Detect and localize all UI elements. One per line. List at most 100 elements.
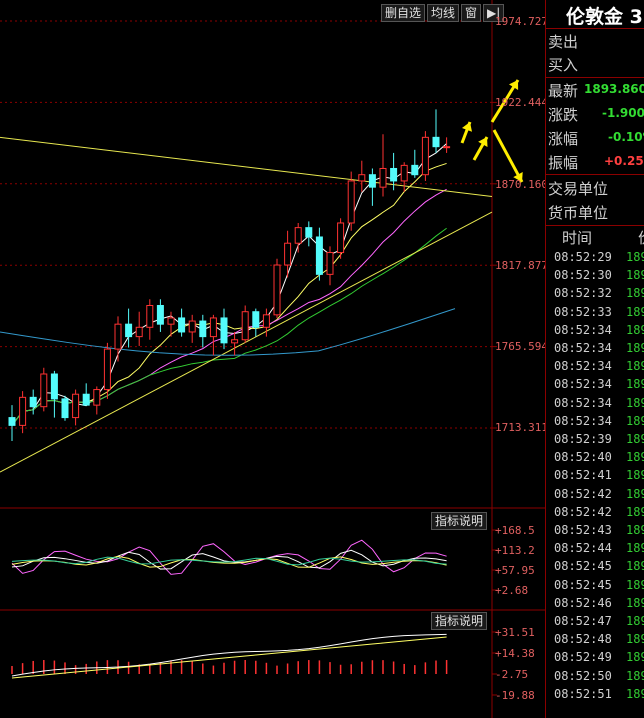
tick-time: 08:52:42 (554, 504, 612, 519)
tick-row: 08:52:34 1893 (546, 377, 644, 395)
tick-row: 08:52:40 1893 (546, 450, 644, 468)
tick-time: 08:52:51 (554, 686, 612, 701)
tick-row: 08:52:34 1893 (546, 396, 644, 414)
indicator-2-help-button[interactable]: 指标说明 (431, 612, 488, 630)
moving-average-button[interactable]: 均线 (427, 4, 460, 22)
delete-watch-button[interactable]: 删自选 (381, 4, 426, 22)
price-tick-label: 1765.594 (495, 340, 548, 353)
tick-time: 08:52:45 (554, 559, 612, 574)
candle-body-up (421, 136, 429, 176)
currency-unit-row: 货币单位 (548, 202, 608, 223)
indicator-1-help-button[interactable]: 指标说明 (431, 512, 488, 530)
divider (546, 77, 644, 78)
candle-body-up (209, 317, 217, 338)
tick-row: 08:52:32 1893 (546, 286, 644, 304)
tick-price: 1893 (626, 559, 644, 574)
ind2-line-yellow (11, 636, 447, 679)
divider (546, 174, 644, 175)
tick-time: 08:52:39 (554, 432, 612, 446)
tick-time: 08:52:41 (554, 468, 612, 483)
candle-body-down (252, 311, 260, 328)
tick-price: 1893 (626, 304, 644, 319)
change-label: 涨跌 (548, 106, 579, 124)
tick-time: 08:52:34 (554, 413, 612, 428)
window-button[interactable]: 窗 (461, 4, 482, 22)
ma-line-yellow (11, 162, 447, 426)
tick-time: 08:52:49 (554, 650, 612, 665)
candle-body-up (379, 167, 387, 188)
change-value: -1.9000 (602, 106, 644, 120)
tick-price: 1893 (626, 668, 644, 683)
chart-area (0, 0, 545, 718)
tick-price: 1893 (626, 450, 644, 465)
tick-row: 08:52:45 1893 (546, 559, 644, 577)
candle-body-up (40, 373, 48, 408)
sell-row: 卖出 (548, 31, 578, 52)
price-tick-label: 1713.311 (495, 421, 548, 434)
candle-body-down (390, 167, 398, 182)
candle-body-up (146, 304, 154, 328)
arrow-down-right (492, 129, 524, 183)
indicator-1-panel (11, 529, 497, 591)
candle-body-down (432, 136, 440, 148)
indicator-2-tick: -2.75 (495, 668, 529, 681)
tick-time: 08:52:29 (554, 250, 612, 264)
tick-row: 08:52:42 1893 (546, 505, 644, 523)
quote-panel: 伦敦金 3 卖出 买入 最新 1893.8600 涨跌 -1.9000 涨幅 -0.1… (545, 0, 644, 718)
candle-body-up (103, 348, 111, 391)
candle-body-up (284, 242, 292, 266)
tick-time: 08:52:42 (554, 486, 612, 501)
tick-time: 08:52:40 (554, 450, 612, 465)
tick-row: 08:52:45 1893 (546, 578, 644, 596)
candle-body-down (125, 323, 133, 338)
latest-value: 1893.8600 (584, 82, 644, 96)
candle-body-up (262, 314, 270, 328)
candle-body-up (93, 389, 101, 406)
ind2-line-white (11, 633, 447, 677)
candle-body-up (337, 222, 345, 254)
tick-price: 1893 (626, 341, 644, 355)
indicator-1-tick: +57.95 (495, 564, 535, 577)
price-tick-label: 1870.160 (495, 178, 548, 191)
candle-body-down (156, 304, 164, 325)
tick-row: 08:52:48 1893 (546, 632, 644, 650)
tick-price: 1893 (626, 486, 644, 501)
pct-row: 涨幅 -0.10% (548, 128, 644, 149)
tick-time: 08:52:34 (554, 395, 612, 410)
tick-price: 1893 (626, 377, 644, 392)
change-row: 涨跌 -1.9000 (548, 104, 644, 125)
tick-time: 08:52:34 (554, 377, 612, 392)
candle-body-up (241, 311, 249, 341)
tick-price: 1893 (626, 359, 644, 374)
tick-row: 08:52:50 1893 (546, 669, 644, 687)
candle-body-up (231, 339, 239, 344)
candle-body-up (114, 323, 122, 350)
latest-label: 最新 (548, 82, 579, 100)
sell-label: 卖出 (548, 33, 579, 51)
candle-body-up (273, 264, 281, 316)
candle-body-down (199, 320, 207, 338)
ind1-line-white (11, 549, 447, 570)
tick-row: 08:52:46 1893 (546, 596, 644, 614)
candle-body-up (400, 164, 408, 182)
divider (546, 28, 644, 29)
tick-time: 08:52:34 (554, 359, 612, 374)
tick-row: 08:52:34 1893 (546, 323, 644, 341)
tick-time: 08:52:32 (554, 286, 612, 301)
candle-body-up (326, 252, 334, 275)
tick-price: 1893 (626, 504, 644, 519)
candle-body-down (368, 174, 376, 188)
latest-row: 最新 1893.8600 (548, 80, 644, 101)
price-tick-label: 1974.727 (495, 15, 548, 28)
candle-body-up (135, 326, 143, 338)
price-header: 价 (638, 227, 644, 248)
indicator-2-tick: +14.38 (495, 647, 535, 660)
ind1-line-magenta (11, 539, 447, 575)
tick-time: 08:52:50 (554, 668, 612, 683)
candle-body-down (315, 236, 323, 275)
candle-body-up (167, 317, 175, 325)
amp-label: 振幅 (548, 154, 579, 172)
tick-price: 1893 (626, 250, 644, 264)
tick-price: 1893 (626, 395, 644, 410)
tick-price: 1893 (626, 286, 644, 301)
